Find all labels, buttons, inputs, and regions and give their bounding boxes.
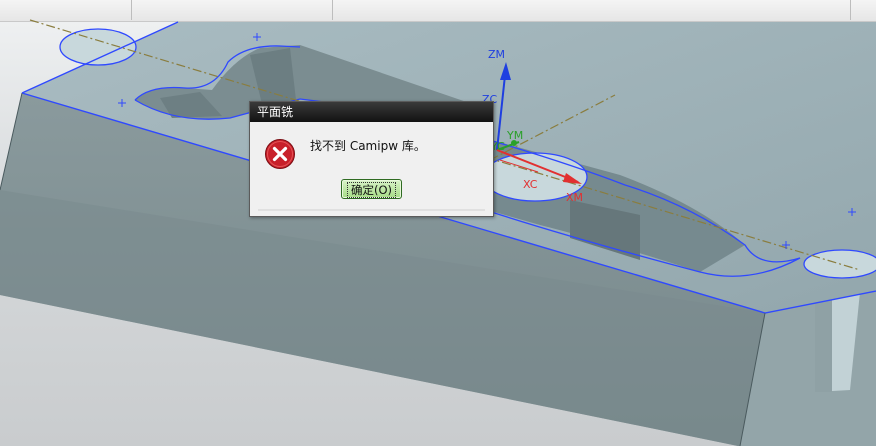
end-slot-wall: [815, 298, 832, 392]
error-dialog: 平面铣 找不到 Camipw 库。 确定(O): [249, 101, 494, 217]
dialog-message: 找不到 Camipw 库。: [310, 139, 426, 153]
ok-button[interactable]: 确定(O): [341, 179, 402, 199]
ok-button-label: 确定(O): [346, 182, 397, 198]
error-icon: [265, 139, 295, 169]
cad-viewport[interactable]: ZM ZC YM YC XC XM: [0, 0, 876, 446]
axis-label-xm: XM: [566, 191, 583, 204]
axis-label-xc: XC: [523, 178, 538, 191]
dialog-bottom-divider: [258, 209, 485, 211]
axis-label-ym: YM: [506, 129, 523, 142]
axis-label-zm: ZM: [488, 48, 505, 61]
dialog-title[interactable]: 平面铣: [250, 102, 493, 122]
